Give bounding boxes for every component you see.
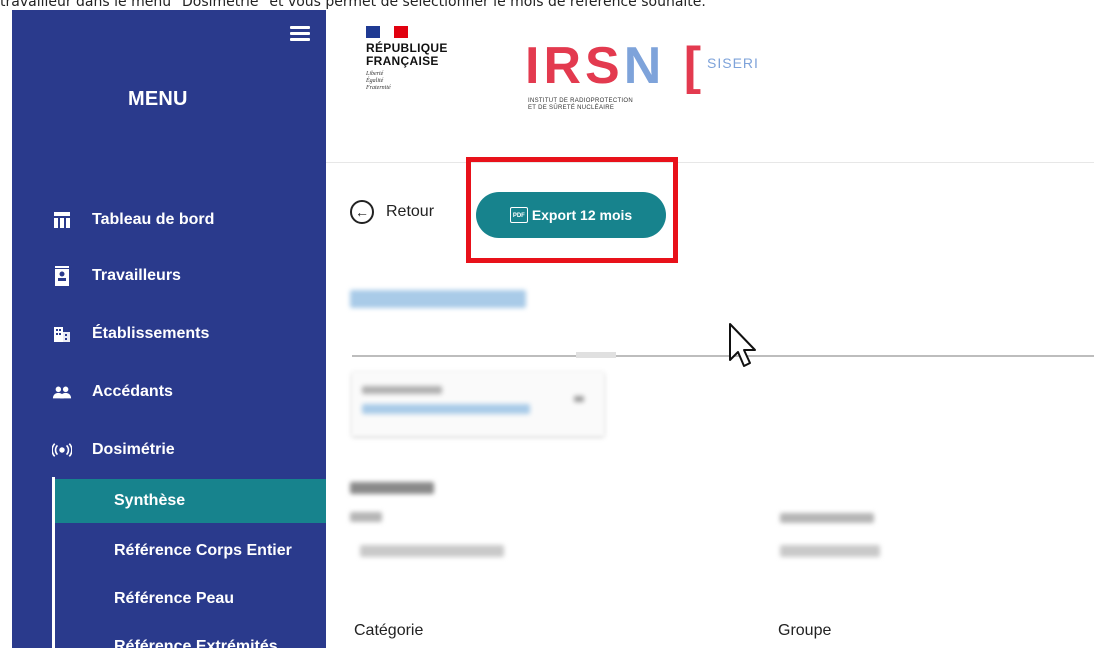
field-value-redacted <box>360 545 504 557</box>
submenu-item-label: Référence Corps Entier <box>114 542 292 559</box>
siseri-logo-text: SISERI <box>707 55 759 71</box>
select-value-redacted <box>362 404 530 414</box>
header-divider <box>326 162 1094 163</box>
field-value-redacted <box>780 545 880 557</box>
sidebar-item-tableau-de-bord[interactable]: Tableau de bord <box>12 200 326 240</box>
submenu-item-synthese[interactable]: Synthèse <box>55 479 326 523</box>
tabs-indicator <box>576 352 616 358</box>
radiation-signal-icon <box>52 440 72 460</box>
building-icon <box>52 324 72 344</box>
sidebar-item-dosimetrie[interactable]: Dosimétrie <box>12 430 326 470</box>
field-label-redacted <box>350 512 382 522</box>
sidebar-item-label: Accédants <box>92 383 173 400</box>
submenu-item-reference-corps-entier[interactable]: Référence Corps Entier <box>55 529 326 573</box>
menu-title: MENU <box>128 88 188 110</box>
irsn-subtitle: INSTITUT DE RADIOPROTECTION ET DE SÛRETÉ … <box>528 98 633 111</box>
back-label: Retour <box>386 203 435 220</box>
irsn-logo[interactable]: IRSN [ <box>525 40 705 92</box>
field-label-redacted <box>780 513 874 523</box>
worker-badge-icon <box>52 266 72 286</box>
dashboard-icon <box>52 210 72 230</box>
highlight-annotation-box <box>466 157 678 263</box>
sidebar-item-label: Tableau de bord <box>92 211 215 228</box>
field-label-redacted <box>350 482 434 494</box>
sidebar-item-etablissements[interactable]: Établissements <box>12 314 326 354</box>
republique-francaise-logo: RÉPUBLIQUE FRANÇAISE Liberté Égalité Frater… <box>366 26 448 92</box>
back-button[interactable]: ← Retour <box>350 200 434 224</box>
submenu-item-label: Référence Peau <box>114 590 235 607</box>
caption-text: travailleur dans le menu "Dosimétrie" et… <box>0 0 706 10</box>
sidebar-item-accedants[interactable]: Accédants <box>12 372 326 412</box>
tabs-divider <box>352 355 1094 357</box>
dosimetrie-submenu: Synthèse Référence Corps Entier Référenc… <box>52 477 329 655</box>
categorie-label: Catégorie <box>354 622 424 639</box>
french-flag-icon <box>366 26 408 38</box>
worker-name-redacted <box>350 290 526 308</box>
sidebar-item-label: Établissements <box>92 325 210 342</box>
sidebar-item-label: Travailleurs <box>92 267 181 284</box>
chevron-down-icon <box>574 396 584 402</box>
people-icon <box>52 382 72 402</box>
submenu-item-reference-extremites[interactable]: Référence Extrémités <box>55 625 326 669</box>
sidebar-item-label: Dosimétrie <box>92 441 175 458</box>
arrow-left-icon: ← <box>350 200 374 224</box>
sidebar-item-travailleurs[interactable]: Travailleurs <box>12 256 326 296</box>
submenu-item-label: Référence Extrémités <box>114 638 278 655</box>
hamburger-menu-icon[interactable] <box>290 26 310 42</box>
select-label-redacted <box>362 386 442 394</box>
submenu-item-reference-peau[interactable]: Référence Peau <box>55 577 326 621</box>
sidebar: MENU Tableau de bord Travailleurs Établi… <box>12 10 329 655</box>
groupe-label: Groupe <box>778 622 832 639</box>
submenu-item-label: Synthèse <box>114 492 186 509</box>
mouse-cursor-icon <box>729 323 756 367</box>
